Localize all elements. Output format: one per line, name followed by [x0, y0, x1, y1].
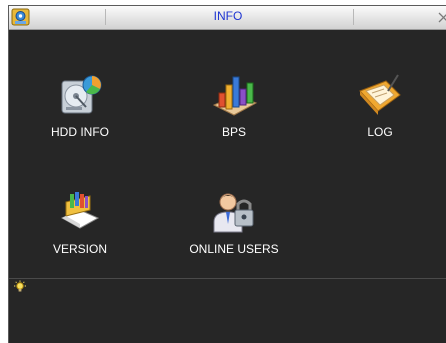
version-label: VERSION — [52, 242, 107, 256]
title-bar: INFO — [9, 6, 446, 30]
close-icon[interactable] — [436, 10, 446, 24]
user-lock-icon — [213, 193, 254, 233]
bps-button[interactable]: BPS — [174, 71, 294, 161]
version-box-icon — [60, 192, 100, 229]
status-divider — [9, 278, 446, 279]
online-users-label: ONLINE USERS — [189, 242, 279, 256]
lightbulb-icon — [14, 280, 26, 292]
log-button[interactable]: LOG — [320, 71, 440, 161]
bar-chart-icon — [212, 76, 258, 116]
window-title: INFO — [213, 9, 243, 23]
hdd-icon — [61, 75, 102, 114]
hdd-info-label: HDD INFO — [51, 125, 109, 139]
bps-label: BPS — [221, 125, 246, 139]
hdd-info-button[interactable]: HDD INFO — [20, 71, 140, 161]
log-label: LOG — [367, 125, 393, 139]
title-separator — [353, 9, 354, 25]
info-window: INFO HDD INFO BPS LOG VERSION ONLINE USE… — [8, 5, 446, 343]
log-folder-icon — [359, 74, 401, 115]
online-users-button[interactable]: ONLINE USERS — [174, 188, 294, 278]
version-button[interactable]: VERSION — [20, 188, 140, 278]
